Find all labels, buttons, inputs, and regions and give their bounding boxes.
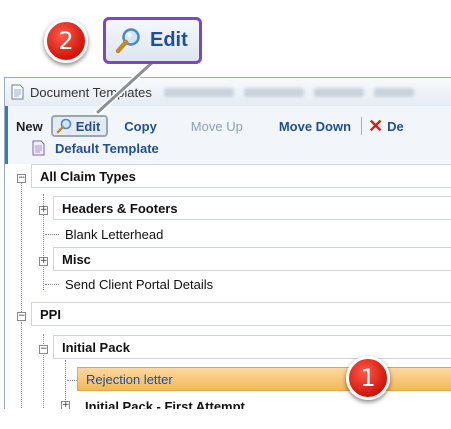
default-template-button[interactable]: Default Template (32, 140, 159, 156)
tree-node-label: Send Client Portal Details (65, 276, 214, 292)
tree-node-initial-pack[interactable]: Initial Pack (53, 335, 451, 359)
magnifier-icon (115, 27, 140, 53)
tree-node-ppi[interactable]: PPI (31, 302, 451, 326)
document-icon (11, 84, 24, 100)
tree-node-label: Rejection letter (86, 371, 173, 387)
toolbar-separator (361, 117, 363, 135)
magnifier-icon (56, 118, 72, 134)
delete-x-icon: ✕ (368, 115, 384, 136)
tree-node-misc[interactable]: Misc (53, 247, 451, 271)
tree-node-label: Initial Pack - First Attempt (85, 398, 245, 410)
tree-node-headers-footers[interactable]: Headers & Footers (53, 196, 451, 220)
delete-button[interactable]: ✕ De (368, 115, 408, 137)
step-badge-2: 2 (44, 19, 88, 63)
expand-toggle-initial-pack-first[interactable]: + (61, 401, 70, 409)
delete-button-label: De (387, 118, 404, 134)
tree-node-label: Blank Letterhead (65, 226, 164, 242)
edit-zoom-callout: Edit (103, 17, 202, 64)
tree-node-all-claim-types[interactable]: All Claim Types (31, 164, 451, 188)
move-up-button[interactable]: Move Up (187, 115, 247, 137)
edit-button-label: Edit (75, 118, 101, 134)
toolbar: New Edit Copy Move Up Move Down ✕ De Def… (5, 106, 451, 164)
tree-node-send-client-portal[interactable]: Send Client Portal Details (59, 272, 379, 296)
edit-callout-label: Edit (150, 29, 188, 51)
expand-toggle-misc[interactable]: + (39, 257, 48, 266)
template-document-icon (32, 140, 45, 156)
document-templates-window: Document Templates New Edit Copy Move Up… (4, 77, 451, 409)
title-bar: Document Templates (5, 78, 451, 106)
tree-guide-line (21, 322, 22, 409)
tree-node-label: Initial Pack (62, 339, 130, 355)
tree-node-label: All Claim Types (40, 168, 136, 184)
copy-button[interactable]: Copy (120, 115, 161, 137)
tree-node-label: Headers & Footers (62, 200, 178, 216)
collapse-toggle-all-claim-types[interactable]: − (17, 174, 26, 183)
tree-node-rejection-letter[interactable]: Rejection letter (77, 367, 451, 391)
tree-node-label: PPI (40, 306, 61, 322)
edit-button[interactable]: Edit (50, 115, 109, 137)
collapse-toggle-initial-pack[interactable]: − (39, 345, 48, 354)
default-template-label: Default Template (55, 140, 159, 156)
tree-guide-line (21, 182, 22, 312)
window-title: Document Templates (30, 84, 152, 100)
tree-node-initial-pack-first-attempt[interactable]: Initial Pack - First Attempt (77, 394, 451, 409)
move-down-button[interactable]: Move Down (275, 115, 355, 137)
expand-toggle-headers-footers[interactable]: + (39, 206, 48, 215)
step-badge-1: 1 (346, 356, 390, 400)
collapse-toggle-ppi[interactable]: − (17, 312, 26, 321)
blurred-title-info (163, 87, 414, 97)
tree-node-blank-letterhead[interactable]: Blank Letterhead (59, 222, 359, 246)
tree-node-label: Misc (62, 251, 91, 267)
new-button[interactable]: New (8, 115, 47, 137)
